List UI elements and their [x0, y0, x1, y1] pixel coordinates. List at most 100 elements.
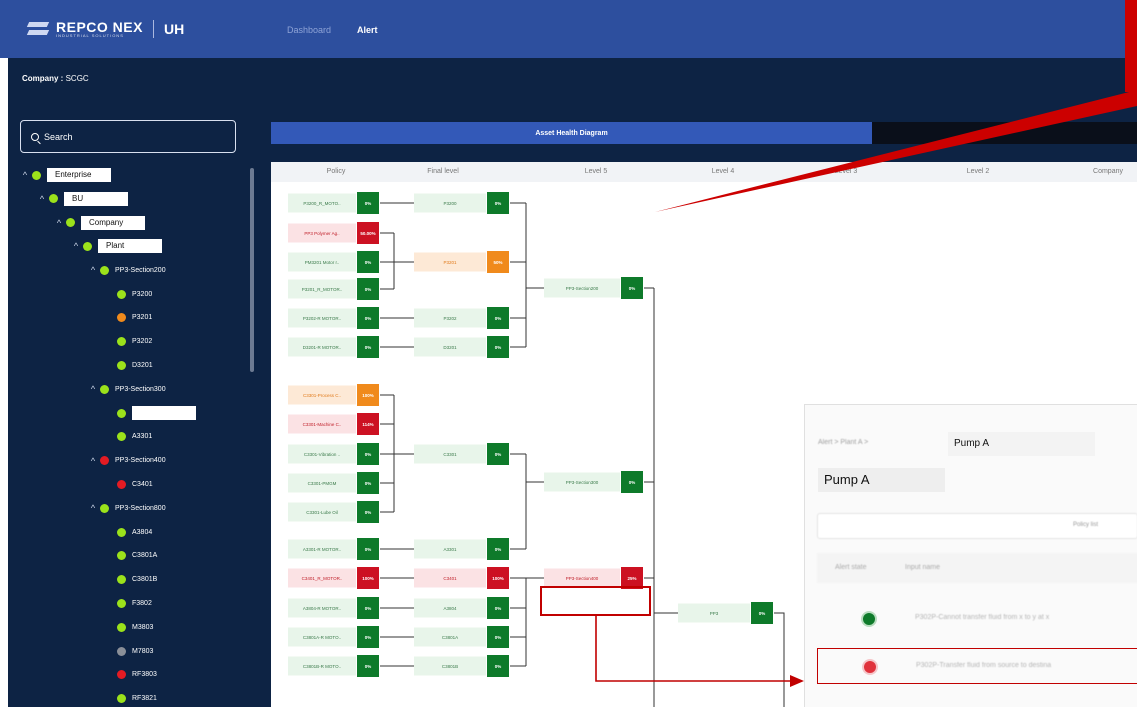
tree-node-label: A3301: [132, 433, 153, 441]
tree-node[interactable]: P3202: [105, 335, 152, 349]
final-level-node[interactable]: P3202 0%: [414, 307, 509, 329]
policy-node[interactable]: A3804-R MOTOR.. 0%: [288, 597, 379, 619]
tree-node[interactable]: ^ Company: [54, 215, 145, 230]
tree-node[interactable]: ^ PP3-Section400: [88, 454, 166, 468]
alert-row[interactable]: P302P-Cannot transfer fluid from x to y …: [817, 601, 1137, 637]
status-dot: [117, 432, 126, 442]
tree-node[interactable]: A3804: [105, 525, 152, 539]
chevron-up-icon[interactable]: ^: [88, 384, 98, 394]
status-dot: [117, 670, 126, 680]
company-label: Company :: [22, 74, 64, 83]
node-percentage: 0%: [495, 606, 502, 611]
chevron-up-icon[interactable]: ^: [54, 218, 64, 228]
final-level-node[interactable]: P3201 50%: [414, 251, 509, 273]
node-percentage: 0%: [365, 260, 372, 265]
policy-node[interactable]: C3801A-R MOTO.. 0%: [288, 626, 379, 648]
node-percentage: 0%: [495, 316, 502, 321]
tree-node[interactable]: P3201: [105, 311, 152, 325]
final-level-node[interactable]: C3801B 0%: [414, 655, 509, 677]
alert-row-highlighted[interactable]: P302P-Transfer fluid from source to dest…: [817, 648, 1137, 684]
tree-node[interactable]: ^ PP3-Section800: [88, 501, 166, 515]
level4-node[interactable]: PP3 0%: [678, 602, 773, 624]
status-dot: [32, 170, 41, 180]
chevron-up-icon[interactable]: ^: [37, 194, 47, 204]
chevron-up-icon[interactable]: ^: [88, 456, 98, 466]
policy-node[interactable]: C3801B-R MOTO.. 0%: [288, 655, 379, 677]
tree-node[interactable]: P3200: [105, 287, 152, 301]
tree-node[interactable]: C3801A: [105, 549, 157, 563]
policy-node[interactable]: C3301-Lube Oil 0%: [288, 501, 379, 523]
tree-node[interactable]: RF3803: [105, 668, 157, 682]
node-label: C3801A-R MOTO..: [303, 635, 341, 640]
node-percentage: 0%: [495, 547, 502, 552]
tree-node[interactable]: F3802: [105, 596, 152, 610]
policy-node[interactable]: D3201-R MOTOR.. 0%: [288, 336, 379, 358]
policy-node[interactable]: C3301-Process C.. 100%: [288, 384, 379, 406]
tree-node[interactable]: ^ Enterprise: [20, 168, 111, 182]
nav-alert[interactable]: Alert: [357, 25, 378, 35]
node-percentage: 0%: [629, 286, 636, 291]
tab-secondary[interactable]: [872, 122, 1137, 144]
final-level-node[interactable]: D3201 0%: [414, 336, 509, 358]
node-label: A3301-R MOTOR..: [303, 547, 341, 552]
policy-filter-label: Policy list: [1073, 522, 1099, 528]
node-label: C3801A: [442, 635, 458, 640]
search-icon: [31, 132, 39, 141]
node-label: PP3: [710, 611, 719, 616]
node-percentage: 100%: [492, 576, 504, 581]
tree-node[interactable]: M3803: [105, 620, 153, 634]
policy-node[interactable]: C3401_R_MOTOR.. 100%: [288, 567, 379, 589]
tree-scrollbar[interactable]: [250, 168, 254, 372]
brand-logo[interactable]: REPCO NEX INDUSTRIAL SOLUTIONS UH: [28, 20, 184, 38]
status-dot: [100, 456, 109, 466]
policy-node[interactable]: PP3 Polymer Ag.. 50.00%: [288, 222, 379, 244]
chevron-up-icon[interactable]: ^: [88, 265, 98, 275]
policy-node[interactable]: A3301-R MOTOR.. 0%: [288, 538, 379, 560]
policy-node[interactable]: C3301-PMGM 0%: [288, 472, 379, 494]
policy-node[interactable]: PM3201 Motor r.. 0%: [288, 251, 379, 273]
tree-node[interactable]: C3401: [105, 477, 153, 491]
tab-asset-health-diagram[interactable]: Asset Health Diagram: [271, 122, 872, 144]
tree-node[interactable]: ^ BU: [37, 191, 128, 206]
node-label: P3202-R MOTOR..: [303, 316, 341, 321]
tree-node[interactable]: RF3821: [105, 692, 157, 706]
tree-node[interactable]: M7803: [105, 644, 153, 658]
nav-dashboard[interactable]: Dashboard: [287, 25, 331, 35]
tree-node[interactable]: ^ PP3-Section300: [88, 382, 166, 396]
node-label: C3801B: [442, 664, 458, 669]
final-level-node[interactable]: C3301 0%: [414, 443, 509, 465]
final-level-node[interactable]: A3301 0%: [414, 538, 509, 560]
final-level-node[interactable]: C3801A 0%: [414, 626, 509, 648]
level5-node[interactable]: PP3-Section300 0%: [544, 471, 643, 493]
tree-node[interactable]: ^ Plant: [71, 239, 162, 254]
tree-node[interactable]: ^ PP3-Section200: [88, 263, 166, 277]
partner-logo: UH: [163, 21, 185, 37]
policy-filter[interactable]: Policy list: [817, 513, 1137, 539]
node-label: D3201: [443, 345, 457, 350]
level5-node[interactable]: PP3-Section400 25%: [544, 567, 643, 589]
level5-node[interactable]: PP3-Section200 0%: [544, 277, 643, 299]
search-input[interactable]: Search: [20, 120, 236, 153]
final-level-node[interactable]: A3804 0%: [414, 597, 509, 619]
tree-node-label: PP3-Section300: [115, 385, 166, 393]
final-level-node[interactable]: P3200 0%: [414, 192, 509, 214]
node-percentage: 114%: [362, 422, 373, 427]
logo-divider: [152, 20, 154, 38]
tree-node-label: Enterprise: [47, 168, 111, 182]
policy-node[interactable]: C3301-Vibration .. 0%: [288, 443, 379, 465]
policy-node[interactable]: P3200_R_MOTO.. 0%: [288, 192, 379, 214]
policy-node[interactable]: P3202-R MOTOR.. 0%: [288, 307, 379, 329]
status-dot: [117, 646, 126, 656]
final-level-node[interactable]: C3401 100%: [414, 567, 509, 589]
chevron-up-icon[interactable]: ^: [88, 503, 98, 513]
tree-node[interactable]: D3201: [105, 358, 153, 372]
chevron-up-icon[interactable]: ^: [20, 170, 30, 180]
chevron-up-icon[interactable]: ^: [71, 241, 81, 251]
breadcrumb: Alert > Plant A >: [818, 439, 869, 446]
tree-node[interactable]: A3301: [105, 430, 152, 444]
policy-node[interactable]: C3301-Machine C.. 114%: [288, 413, 379, 435]
tree-node[interactable]: C3801B: [105, 573, 157, 587]
search-placeholder: Search: [44, 131, 73, 142]
tree-node[interactable]: [105, 406, 196, 420]
policy-node[interactable]: P3201_R_MOTOR.. 0%: [288, 278, 379, 300]
